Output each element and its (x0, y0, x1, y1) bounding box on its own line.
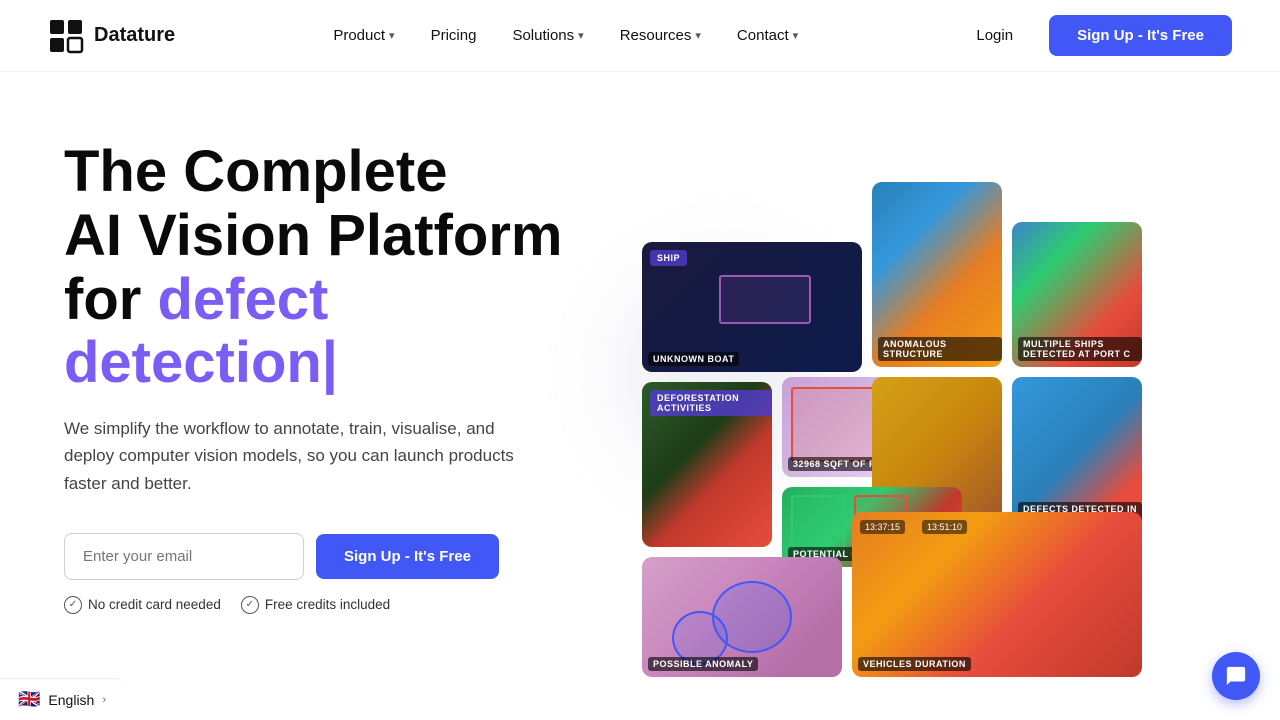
hero-right: SHIP UNKNOWN BOAT ANOMALOUS STRUCTURE MU… (584, 132, 1232, 682)
hero-left: The Complete AI Vision Platform for defe… (64, 132, 604, 614)
chevron-right-icon: › (102, 694, 106, 706)
chat-button[interactable] (1212, 652, 1260, 700)
chevron-down-icon: ▾ (578, 29, 584, 42)
nav-signup-button[interactable]: Sign Up - It's Free (1049, 15, 1232, 56)
nav-right: Login Sign Up - It's Free (956, 15, 1232, 56)
logo-icon (48, 18, 84, 54)
hero-section: The Complete AI Vision Platform for defe… (0, 72, 1280, 720)
mosaic-card-port: ANOMALOUS STRUCTURE (872, 182, 1002, 367)
construction-label: VEHICLES DURATION (858, 657, 971, 671)
chevron-down-icon: ▾ (695, 29, 701, 42)
chat-icon (1225, 665, 1247, 687)
nav-solutions[interactable]: Solutions ▾ (498, 19, 597, 52)
mosaic-card-cells: POSSIBLE ANOMALY (642, 557, 842, 677)
mosaic-card-deforestation: DEFORESTATION ACTIVITIES (642, 382, 772, 547)
language-label: English (48, 692, 94, 708)
badge-no-credit-card: ✓ No credit card needed (64, 596, 221, 614)
hero-title: The Complete AI Vision Platform for defe… (64, 140, 604, 395)
login-button[interactable]: Login (956, 17, 1033, 54)
navbar: Datature Product ▾ Pricing Solutions ▾ R… (0, 0, 1280, 72)
nav-contact[interactable]: Contact ▾ (723, 19, 812, 52)
ship-top-label: SHIP (650, 250, 687, 266)
check-icon: ✓ (64, 596, 82, 614)
email-row: Sign Up - It's Free (64, 533, 604, 580)
cells-label: POSSIBLE ANOMALY (648, 657, 758, 671)
ships-label: MULTIPLE SHIPS DETECTED AT PORT C (1018, 337, 1142, 361)
nav-product[interactable]: Product ▾ (319, 19, 408, 52)
mosaic-card-ship: SHIP UNKNOWN BOAT (642, 242, 862, 372)
hero-signup-button[interactable]: Sign Up - It's Free (316, 534, 499, 579)
ship-bottom-label: UNKNOWN BOAT (648, 352, 739, 366)
chevron-down-icon: ▾ (389, 29, 395, 42)
badge-free-credits: ✓ Free credits included (241, 596, 390, 614)
flag-icon: 🇬🇧 (18, 689, 40, 710)
hero-description: We simplify the workflow to annotate, tr… (64, 415, 524, 497)
nav-pricing[interactable]: Pricing (417, 19, 491, 52)
mosaic-card-orange: DEFECTS DETECTED IN CROSS SECTION (1012, 377, 1142, 532)
nav-links: Product ▾ Pricing Solutions ▾ Resources … (319, 19, 812, 52)
check-icon: ✓ (241, 596, 259, 614)
nav-resources[interactable]: Resources ▾ (606, 19, 715, 52)
port-label: ANOMALOUS STRUCTURE (878, 337, 1002, 361)
language-selector[interactable]: 🇬🇧 English › (0, 678, 124, 720)
deforestation-top-label: DEFORESTATION ACTIVITIES (650, 390, 772, 416)
mosaic-card-ships: MULTIPLE SHIPS DETECTED AT PORT C (1012, 222, 1142, 367)
image-mosaic: SHIP UNKNOWN BOAT ANOMALOUS STRUCTURE MU… (562, 122, 1262, 682)
badges: ✓ No credit card needed ✓ Free credits i… (64, 596, 604, 614)
chevron-down-icon: ▾ (793, 29, 799, 42)
mosaic-card-construction: 13:37:15 13:51:10 VEHICLES DURATION (852, 512, 1142, 677)
email-input[interactable] (64, 533, 304, 580)
logo[interactable]: Datature (48, 18, 175, 54)
brand-name: Datature (94, 24, 175, 47)
